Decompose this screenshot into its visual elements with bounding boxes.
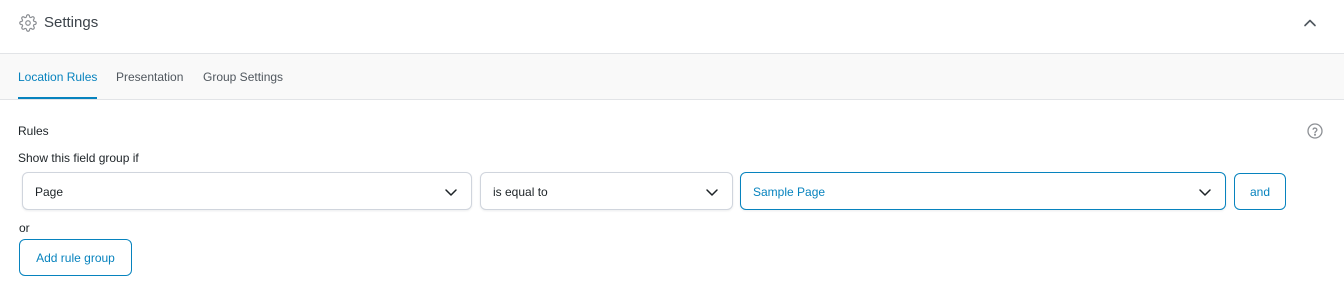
rule-operator-value: is equal to: [493, 185, 548, 199]
rule-value-select[interactable]: Sample Page: [740, 172, 1226, 210]
rule-param-select[interactable]: Page: [22, 172, 472, 210]
settings-panel: Settings Location Rules Presentation Gro…: [0, 0, 1344, 291]
settings-header[interactable]: Settings: [0, 0, 1344, 54]
tab-location-rules[interactable]: Location Rules: [18, 70, 98, 100]
or-label: or: [19, 221, 30, 235]
panel-title: Settings: [44, 14, 99, 31]
add-and-rule-button[interactable]: and: [1234, 173, 1286, 210]
rule-operator-select[interactable]: is equal to: [480, 172, 733, 210]
gear-icon: [19, 14, 37, 32]
condition-label: Show this field group if: [18, 151, 139, 165]
tab-bar: Location Rules Presentation Group Settin…: [0, 54, 1344, 100]
add-rule-group-button[interactable]: Add rule group: [19, 239, 132, 276]
tab-presentation[interactable]: Presentation: [116, 70, 183, 100]
chevron-down-icon: [443, 184, 459, 200]
rules-heading: Rules: [18, 124, 49, 138]
rule-param-value: Page: [35, 185, 64, 199]
chevron-down-icon: [704, 184, 720, 200]
help-circle-icon[interactable]: [1306, 122, 1324, 140]
rule-value-value: Sample Page: [753, 185, 826, 199]
chevron-down-icon: [1197, 184, 1213, 200]
tab-group-settings[interactable]: Group Settings: [203, 70, 283, 100]
chevron-up-icon[interactable]: [1300, 13, 1320, 33]
